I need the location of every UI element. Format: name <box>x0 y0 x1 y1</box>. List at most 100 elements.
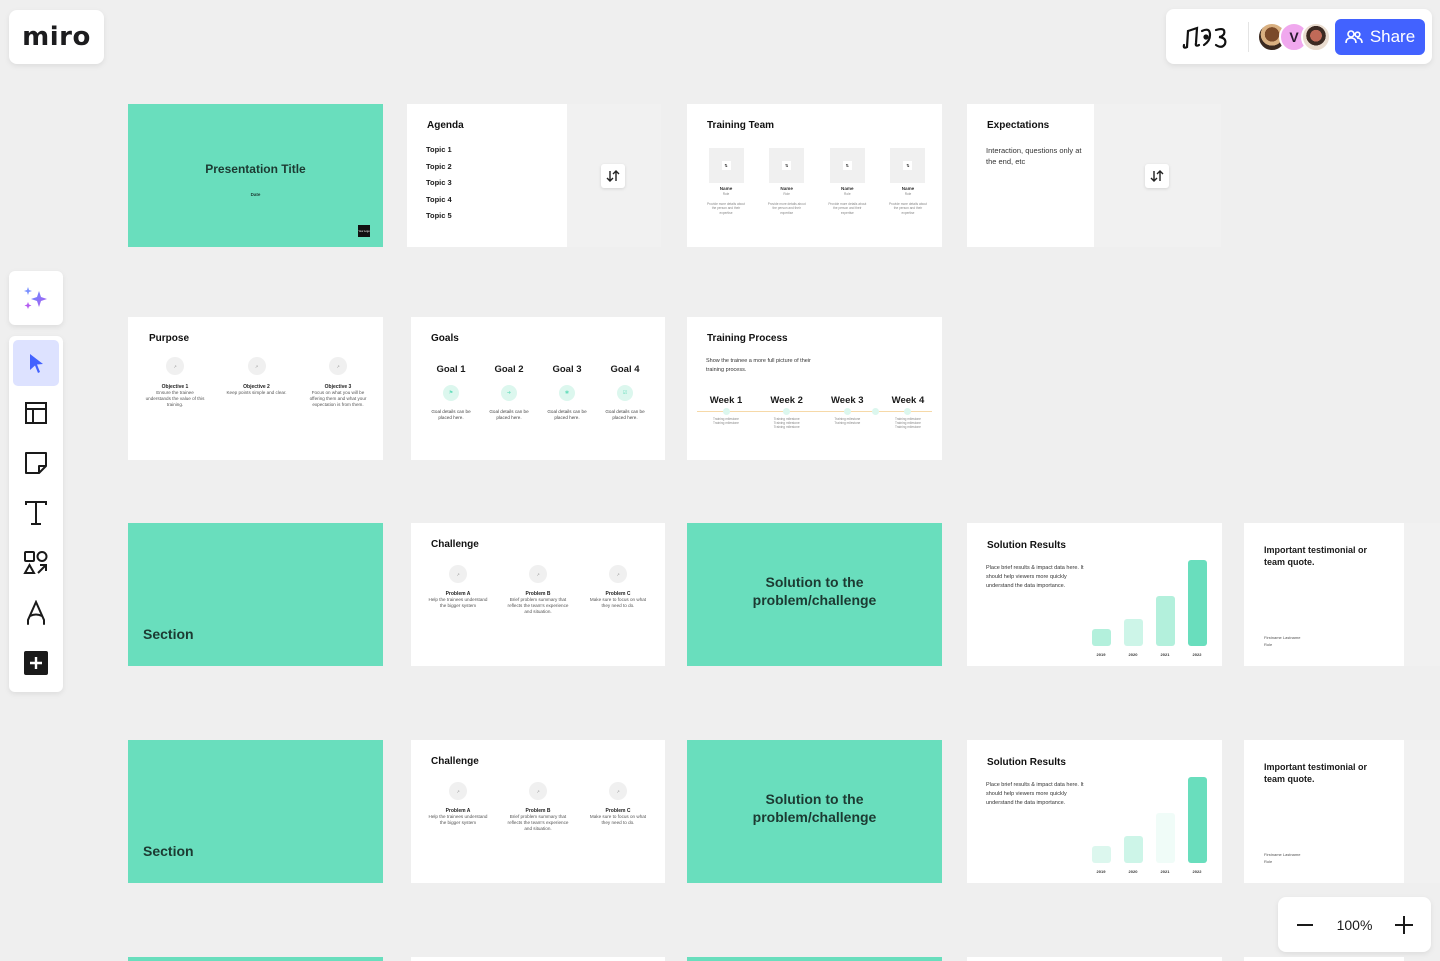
agenda-topic: Topic 3 <box>426 178 452 187</box>
goal-desc: Goal details can be placed here. <box>547 409 587 420</box>
problem: ↗ Problem A Help the trainees understand… <box>427 565 489 615</box>
member-role: Role <box>722 192 730 196</box>
shapes-tool[interactable] <box>13 540 59 586</box>
problem-icon: ↗ <box>609 565 627 583</box>
zoom-out-button[interactable] <box>1292 912 1318 938</box>
presentation-title: Presentation Title <box>205 162 306 176</box>
frame-expectations[interactable]: Expectations Interaction, questions only… <box>967 104 1221 247</box>
results-body: Place brief results & impact data here. … <box>986 565 1084 589</box>
frame-solution[interactable]: Solution to the problem/challenge <box>687 740 942 883</box>
process-heading: Training Process <box>707 333 788 344</box>
milestone: Training milestone <box>773 425 800 430</box>
photo-placeholder: ⇅ <box>708 148 744 183</box>
miro-logo[interactable]: miro <box>9 10 104 64</box>
replace-image-button[interactable] <box>1145 164 1169 188</box>
objective-icon: ↗ <box>329 357 347 375</box>
frame-solution-results[interactable]: Solution Results Place brief results & i… <box>967 740 1222 883</box>
frame-testimonial[interactable]: Important testimonial or team quote. Fir… <box>1244 740 1404 883</box>
results-bar-chart: 2019 2020 2021 2022 <box>1085 556 1213 660</box>
goal-icon: ⚑ <box>443 385 459 401</box>
creation-toolbar <box>9 336 63 692</box>
chart-year-label: 2019 <box>1096 869 1106 874</box>
frame-challenge[interactable] <box>411 957 665 961</box>
pen-tool[interactable] <box>13 590 59 636</box>
frame-training-team[interactable]: Training Team ⇅ Name Role Provide more d… <box>687 104 942 247</box>
frame-presentation-title[interactable]: Presentation Title Date Your Logo <box>128 104 383 247</box>
collaborator-avatars[interactable]: V <box>1257 21 1331 52</box>
testimonial-author: Firstname Lastname Role <box>1264 851 1300 865</box>
objectives: ↗ Objective 1 Ensure the trainee underst… <box>144 357 369 408</box>
problem: ↗ Problem C Make sure to focus on what t… <box>587 782 649 832</box>
frame-agenda[interactable]: Agenda Topic 1 Topic 2 Topic 3 Topic 4 T… <box>407 104 661 247</box>
text-tool[interactable] <box>13 490 59 536</box>
frame-solution-results[interactable] <box>967 957 1222 961</box>
goal-title: Goal 1 <box>436 364 466 375</box>
author-role: Role <box>1264 859 1273 864</box>
swap-icon: ⇅ <box>782 161 792 170</box>
problem-desc: Make sure to focus on what they need to … <box>589 814 647 825</box>
timeline-marker <box>843 408 851 415</box>
reactions-icon[interactable] <box>1180 22 1232 52</box>
swap-icon: ⇅ <box>721 161 731 170</box>
frame-solution[interactable]: Solution to the problem/challenge <box>687 523 942 666</box>
agenda-heading: Agenda <box>427 120 464 131</box>
photo-placeholder: ⇅ <box>829 148 865 183</box>
agenda-topic: Topic 1 <box>426 145 452 154</box>
problem-desc: Make sure to focus on what they need to … <box>589 597 647 608</box>
photo-placeholder: ⇅ <box>890 148 926 183</box>
goal-title: Goal 2 <box>494 364 524 375</box>
frame-section[interactable]: Section <box>128 523 383 666</box>
problem-icon: ↗ <box>529 565 547 583</box>
frame-section[interactable] <box>128 957 383 961</box>
frame-solution-results[interactable]: Solution Results Place brief results & i… <box>967 523 1222 666</box>
logo-text: miro <box>22 22 91 52</box>
frame-training-process[interactable]: Training Process Show the trainee a more… <box>687 317 942 460</box>
replace-image-button[interactable] <box>601 164 625 188</box>
problems: ↗ Problem A Help the trainees understand… <box>427 782 649 832</box>
frame-testimonial[interactable] <box>1244 957 1404 961</box>
results-heading: Solution Results <box>987 540 1066 551</box>
templates-tool[interactable] <box>13 390 59 436</box>
more-tools-button[interactable] <box>13 640 59 686</box>
ai-assist-button[interactable] <box>9 271 63 325</box>
team-member: ⇅ Name Role Provide more details about t… <box>768 148 806 215</box>
chart-year-label: 2019 <box>1096 652 1106 657</box>
timeline-marker <box>722 408 730 415</box>
zoom-in-button[interactable] <box>1391 912 1417 938</box>
chart-bar <box>1155 596 1175 646</box>
milestone: Training milestone <box>895 425 921 430</box>
zoom-level[interactable]: 100% <box>1337 917 1373 933</box>
avatar[interactable] <box>1301 21 1331 52</box>
swap-icon <box>606 170 620 182</box>
member-desc: Provide more details about the person an… <box>767 202 806 215</box>
process-body: Show the trainee a more full picture of … <box>706 358 811 373</box>
member-role: Role <box>904 192 912 196</box>
templates-icon <box>25 402 47 424</box>
frame-purpose[interactable]: Purpose ↗ Objective 1 Ensure the trainee… <box>128 317 383 460</box>
pen-icon <box>27 600 45 625</box>
goal-icon: ✱ <box>559 385 575 401</box>
objective: ↗ Objective 1 Ensure the trainee underst… <box>144 357 206 408</box>
frame-challenge[interactable]: Challenge ↗ Problem A Help the trainees … <box>411 523 665 666</box>
frame-goals[interactable]: Goals Goal 1 ⚑ Goal details can be place… <box>411 317 665 460</box>
sparkle-icon <box>24 287 47 309</box>
frame-testimonial[interactable]: Important testimonial or team quote. Fir… <box>1244 523 1404 666</box>
swap-icon: ⇅ <box>903 161 913 170</box>
goal-desc: Goal details can be placed here. <box>489 409 529 420</box>
solution-heading: Solution to the problem/challenge <box>752 791 877 825</box>
results-heading: Solution Results <box>987 757 1066 768</box>
sticky-note-icon <box>25 452 47 474</box>
agenda-topic: Topic 2 <box>426 161 452 171</box>
share-button[interactable]: Share <box>1335 18 1425 55</box>
chart-year-label: 2020 <box>1128 869 1138 874</box>
sticky-note-tool[interactable] <box>13 440 59 486</box>
frame-section[interactable]: Section <box>128 740 383 883</box>
problem: ↗ Problem C Make sure to focus on what t… <box>587 565 649 615</box>
goal-icon: ➜ <box>501 385 517 401</box>
select-tool[interactable] <box>13 340 59 386</box>
goal: Goal 2 ➜ Goal details can be placed here… <box>485 364 533 421</box>
timeline-marker <box>904 408 912 415</box>
frame-solution[interactable] <box>687 957 942 961</box>
chart-year-label: 2022 <box>1192 869 1202 874</box>
frame-challenge[interactable]: Challenge ↗ Problem A Help the trainees … <box>411 740 665 883</box>
